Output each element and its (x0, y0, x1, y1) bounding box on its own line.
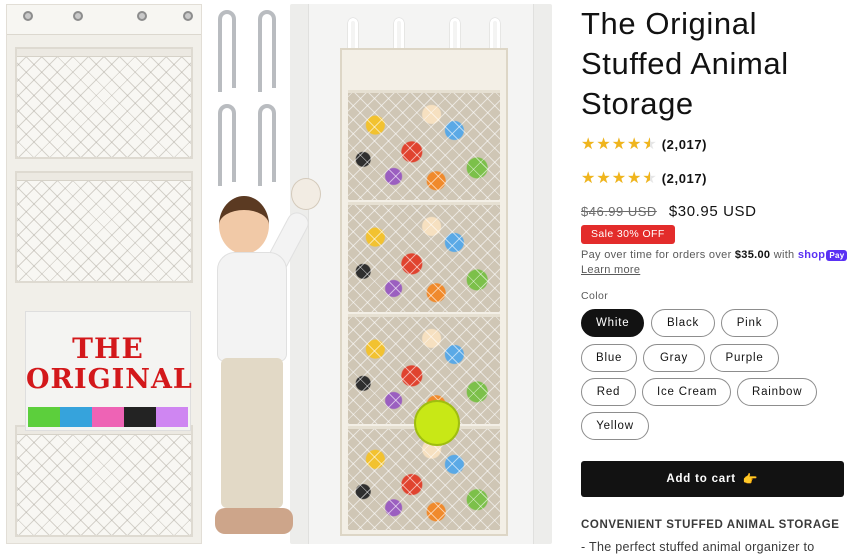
product-gallery: THE ORIGINAL (0, 0, 552, 557)
color-swatch (28, 407, 60, 427)
color-option-black[interactable]: Black (651, 309, 715, 337)
plush-toy (291, 178, 321, 210)
grommet-icon (23, 11, 33, 21)
product-info: The Original Stuffed Animal Storage ★★★★… (581, 0, 865, 557)
organizer-product-image[interactable]: THE ORIGINAL (6, 4, 202, 544)
description-heading: CONVENIENT STUFFED ANIMAL STORAGE (581, 519, 840, 531)
hook-icon (258, 104, 276, 186)
pointing-hand-icon: 👉 (742, 472, 759, 486)
door-hook-icon (348, 18, 358, 52)
mesh-pocket (15, 425, 193, 537)
installments-message: Pay over time for orders over $35.00 wit… (581, 248, 865, 277)
product-title: The Original Stuffed Animal Storage (581, 6, 789, 121)
organizer-header-strip (7, 5, 201, 35)
star-rating-icon: ★★★★★ ★★★★★ (581, 168, 658, 187)
mesh-pocket (15, 171, 193, 283)
color-swatch (92, 407, 124, 427)
door-hook-icon (450, 18, 460, 52)
grommet-icon (73, 11, 83, 21)
hook-icon (258, 10, 276, 92)
color-label: Color (581, 290, 609, 302)
color-option-ice-cream[interactable]: Ice Cream (642, 378, 731, 406)
grommet-icon (183, 11, 193, 21)
color-swatch (124, 407, 156, 427)
label-color-swatches (28, 407, 188, 427)
door-hook-icon (394, 18, 404, 52)
regular-price: $46.99 USD (581, 204, 657, 219)
child-figure (205, 178, 325, 546)
rating-count: (2,017) (661, 136, 708, 152)
color-option-pink[interactable]: Pink (721, 309, 778, 337)
color-options: White Black Pink Blue Gray Purple Red Ic… (581, 309, 865, 443)
label-text-original: ORIGINAL (26, 364, 193, 395)
color-swatch (156, 407, 188, 427)
price: $46.99 USD $30.95 USD (581, 203, 757, 223)
color-option-blue[interactable]: Blue (581, 344, 637, 372)
product-rating[interactable]: ★★★★★ ★★★★★ (2,017) (581, 134, 707, 154)
installment-threshold: $35.00 (734, 249, 771, 261)
color-option-red[interactable]: Red (581, 378, 636, 406)
toy-filled-pocket (348, 90, 500, 200)
product-rating[interactable]: ★★★★★ ★★★★★ (2,017) (581, 168, 707, 188)
add-to-cart-label: Add to cart (666, 473, 736, 485)
add-to-cart-button[interactable]: Add to cart 👉 (581, 461, 844, 497)
grommet-icon (137, 11, 147, 21)
color-option-gray[interactable]: Gray (643, 344, 705, 372)
organizer-label-card: THE ORIGINAL (25, 311, 193, 431)
color-swatch (60, 407, 92, 427)
learn-more-link[interactable]: Learn more (581, 263, 640, 277)
shop-pay-logo: shop Pay (798, 248, 848, 262)
hook-icon (218, 104, 236, 186)
label-text-the: THE (72, 332, 144, 365)
toy-filled-pocket (348, 202, 500, 312)
green-ball (414, 400, 460, 446)
mesh-pocket (15, 47, 193, 159)
description-text: - The perfect stuffed animal organizer t… (581, 540, 815, 554)
door-organizer-product-image[interactable] (290, 4, 552, 544)
door-hooks-image (210, 4, 290, 194)
color-option-purple[interactable]: Purple (710, 344, 779, 372)
rating-count: (2,017) (661, 170, 708, 186)
door-hook-icon (490, 18, 500, 52)
color-option-yellow[interactable]: Yellow (581, 412, 649, 440)
sale-price: $30.95 USD (668, 203, 757, 220)
star-rating-icon: ★★★★★ ★★★★★ (581, 134, 658, 153)
color-option-rainbow[interactable]: Rainbow (737, 378, 817, 406)
color-option-white[interactable]: White (581, 309, 644, 337)
hanging-organizer (340, 48, 508, 536)
hook-icon (218, 10, 236, 92)
sale-badge: Sale 30% OFF (581, 225, 675, 244)
